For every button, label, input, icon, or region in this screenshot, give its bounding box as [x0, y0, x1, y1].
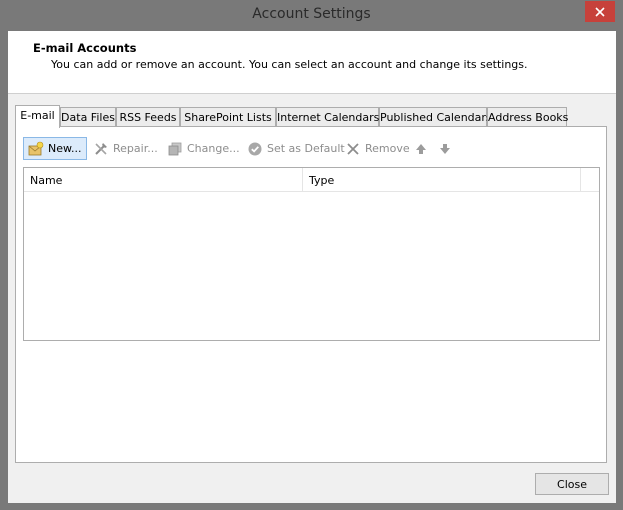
- tab-email[interactable]: E-mail: [15, 105, 60, 128]
- account-toolbar: New... Repair... Change... Set as Defaul…: [23, 137, 463, 161]
- set-default-button[interactable]: Set as Default: [243, 137, 345, 160]
- tab-internet-calendars[interactable]: Internet Calendars: [276, 107, 379, 127]
- change-button[interactable]: Change...: [163, 137, 240, 160]
- change-label: Change...: [187, 142, 240, 155]
- window-title: Account Settings: [252, 6, 371, 22]
- header-description: You can add or remove an account. You ca…: [51, 58, 528, 71]
- repair-icon: [95, 142, 107, 155]
- account-list[interactable]: Name Type: [23, 167, 600, 341]
- title-bar[interactable]: Account Settings: [0, 0, 623, 30]
- tab-sharepoint-lists[interactable]: SharePoint Lists: [180, 107, 276, 127]
- change-icon: [168, 142, 182, 155]
- tab-published-calendars[interactable]: Published Calendars: [379, 107, 492, 127]
- remove-button[interactable]: Remove: [341, 137, 410, 160]
- close-icon: [595, 6, 605, 17]
- account-list-header: Name Type: [24, 168, 599, 192]
- email-tab-panel: New... Repair... Change... Set as Defaul…: [15, 126, 607, 463]
- new-account-button[interactable]: New...: [23, 137, 87, 160]
- tab-rss-feeds[interactable]: RSS Feeds: [116, 107, 180, 127]
- window-close-button[interactable]: [585, 1, 615, 22]
- tab-strip: E-mail Data Files RSS Feeds SharePoint L…: [15, 105, 575, 128]
- column-header-type[interactable]: Type: [303, 168, 581, 192]
- header-panel: E-mail Accounts You can add or remove an…: [8, 31, 616, 94]
- set-default-icon: [248, 142, 262, 155]
- close-button[interactable]: Close: [535, 473, 609, 495]
- header-title: E-mail Accounts: [33, 41, 137, 55]
- new-account-icon: [28, 141, 44, 155]
- set-default-label: Set as Default: [267, 142, 345, 155]
- new-account-label: New...: [48, 142, 82, 155]
- account-settings-window: Account Settings E-mail Accounts You can…: [0, 0, 623, 510]
- tab-address-books[interactable]: Address Books: [487, 107, 568, 127]
- remove-icon: [347, 142, 359, 155]
- repair-button[interactable]: Repair...: [89, 137, 159, 160]
- dialog-client-area: E-mail Accounts You can add or remove an…: [8, 31, 616, 503]
- move-down-icon: [440, 143, 450, 154]
- tab-data-files[interactable]: Data Files: [60, 107, 116, 127]
- move-up-icon: [416, 143, 426, 154]
- remove-label: Remove: [365, 142, 410, 155]
- move-down-button[interactable]: [433, 137, 455, 160]
- move-up-button[interactable]: [409, 137, 431, 160]
- repair-label: Repair...: [113, 142, 158, 155]
- column-header-name[interactable]: Name: [24, 168, 303, 192]
